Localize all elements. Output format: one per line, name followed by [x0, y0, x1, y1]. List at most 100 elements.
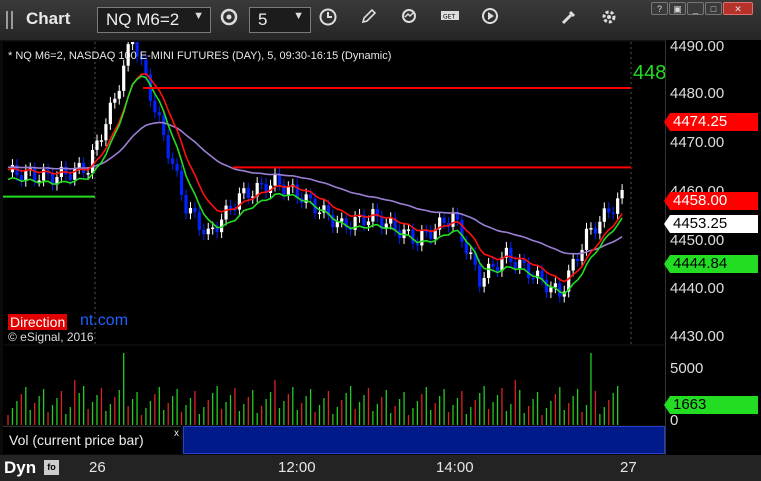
candle-body: [549, 287, 553, 293]
candle-body: [175, 164, 179, 171]
candle-body: [487, 263, 491, 278]
close-icon[interactable]: x: [174, 428, 179, 439]
maximize-button[interactable]: □: [705, 2, 722, 15]
price-tick: 4470.00: [670, 134, 725, 151]
price-chart-svg: [3, 33, 632, 344]
candle-body: [273, 174, 277, 186]
green-level-label: 448: [633, 62, 667, 84]
help-button[interactable]: ?: [651, 2, 668, 15]
candle-body: [224, 205, 228, 220]
candle-body: [593, 228, 597, 234]
candle-body: [598, 221, 602, 234]
candle-body: [518, 259, 522, 269]
candle-body: [544, 279, 549, 293]
candle-body: [389, 218, 393, 224]
candle-body: [206, 228, 210, 235]
play-icon[interactable]: [477, 7, 503, 33]
candle-body: [580, 249, 584, 261]
clock-icon[interactable]: [315, 7, 341, 33]
tools-icon[interactable]: [556, 7, 582, 33]
get-icon[interactable]: GET: [437, 7, 463, 33]
study-strip: Vol (current price bar) x: [3, 426, 665, 454]
close-button[interactable]: ✕: [723, 2, 753, 15]
price-tag-last: 4453.25: [664, 215, 758, 233]
candle-body: [73, 168, 77, 180]
candle-body: [589, 228, 593, 230]
title-bar: Chart NQ M6=2 ▼ 5 ▼ GET ? ▣ _ □ ✕: [0, 0, 761, 41]
candle-body: [602, 208, 606, 222]
candle-body: [113, 98, 117, 103]
candle-body: [509, 247, 513, 262]
gear-icon[interactable]: [596, 7, 622, 33]
candle-body: [131, 39, 135, 45]
candle-body: [277, 174, 282, 185]
candle-body: [451, 213, 455, 227]
interval-value: 5: [258, 10, 268, 29]
candle-body: [117, 90, 121, 99]
svg-text:GET: GET: [443, 14, 455, 21]
volume-panel[interactable]: [3, 346, 665, 425]
candle-body: [415, 243, 419, 246]
time-label: 27: [620, 459, 637, 476]
dynamic-mode[interactable]: Dyn: [4, 458, 36, 478]
price-tick: 4490.00: [670, 38, 725, 55]
volume-study-label[interactable]: Vol (current price bar) x: [3, 426, 181, 454]
candle-body: [420, 230, 424, 246]
candle-body: [491, 263, 495, 267]
volume-tick: 0: [670, 412, 679, 429]
lock-icon[interactable]: fo: [44, 460, 59, 475]
settings-icon[interactable]: [216, 7, 242, 33]
candle-body: [576, 258, 580, 261]
ema-green-line: [7, 75, 623, 295]
refresh-icon[interactable]: [396, 7, 422, 33]
chevron-down-icon: ▼: [193, 10, 204, 22]
candle-body: [122, 65, 126, 91]
price-tag-red: 4474.25: [664, 113, 758, 131]
candle-body: [531, 277, 535, 280]
time-label: 14:00: [436, 459, 474, 476]
candle-body: [104, 124, 108, 141]
chart-info: * NQ M6=2, NASDAQ 100 E-MINI FUTURES (DA…: [8, 50, 392, 62]
candle-body: [611, 212, 615, 215]
candle-body: [246, 188, 250, 198]
study-bar: [183, 426, 665, 454]
candle-body: [584, 228, 589, 250]
candle-body: [86, 173, 90, 175]
time-label: 12:00: [278, 459, 316, 476]
price-tick: 4450.00: [670, 232, 725, 249]
volume-study-text: Vol (current price bar): [9, 432, 144, 448]
candle-body: [108, 102, 112, 125]
grip-icon[interactable]: [6, 11, 20, 29]
candle-body: [317, 212, 322, 215]
price-chart[interactable]: [3, 33, 665, 344]
interval-combo[interactable]: 5 ▼: [249, 7, 311, 33]
time-label: 26: [89, 459, 106, 476]
candle-body: [184, 194, 188, 214]
minimize-button[interactable]: _: [687, 2, 704, 15]
pencil-icon[interactable]: [356, 7, 382, 33]
candle-body: [460, 219, 464, 242]
symbol-combo[interactable]: NQ M6=2 ▼: [97, 7, 211, 33]
candle-body: [215, 227, 219, 233]
candle-body: [202, 229, 206, 235]
price-tick: 4430.00: [670, 328, 725, 345]
volume-svg: [7, 353, 619, 425]
app-title: Chart: [26, 9, 71, 28]
watermark-direction: Direction: [8, 314, 68, 330]
candle-body: [153, 100, 157, 113]
ema-fast-line: [7, 72, 623, 283]
pin-button[interactable]: ▣: [669, 2, 686, 15]
candle-body: [171, 158, 175, 165]
watermark-domain: nt.com: [80, 312, 129, 329]
candle-body: [99, 140, 104, 142]
candle-body: [309, 194, 313, 199]
candle-body: [157, 112, 161, 116]
candle-body: [607, 208, 611, 213]
price-tick: 4440.00: [670, 280, 725, 297]
candle-body: [197, 212, 201, 230]
volume-tag: 1663: [664, 396, 758, 414]
candle-body: [188, 207, 193, 214]
candle-body: [179, 170, 184, 195]
candle-body: [429, 231, 433, 239]
time-axis[interactable]: [0, 455, 761, 481]
